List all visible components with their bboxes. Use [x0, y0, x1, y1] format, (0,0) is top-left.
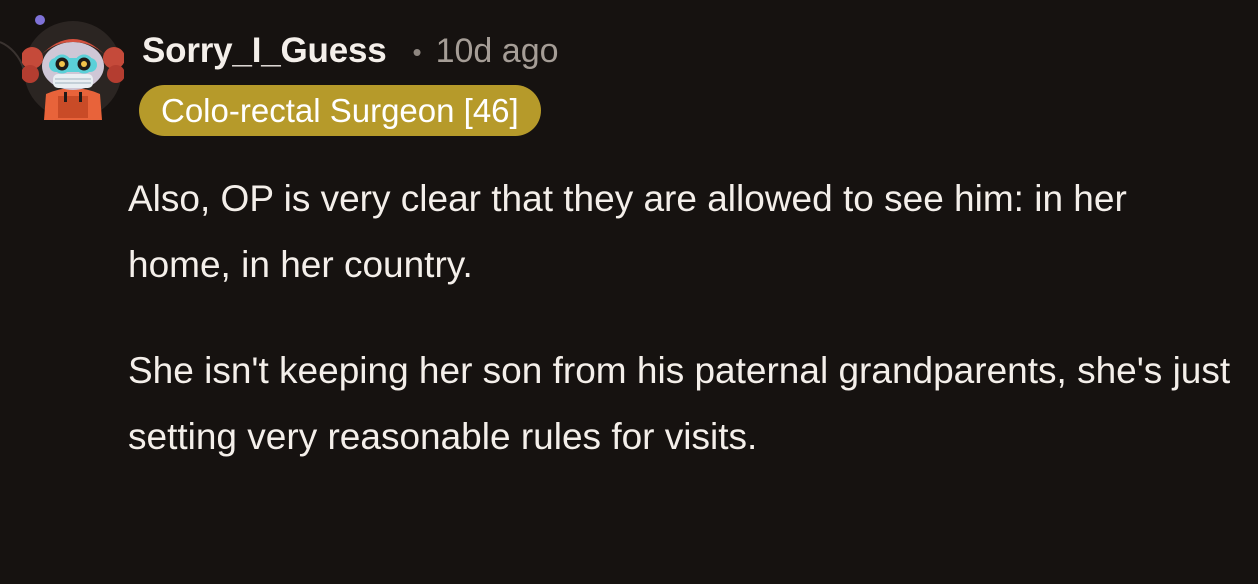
meta-separator: • — [412, 36, 422, 67]
username-link[interactable]: Sorry_I_Guess — [142, 31, 387, 71]
comment-paragraph: She isn't keeping her son from his pater… — [128, 350, 1231, 457]
comment-body: Also, OP is very clear that they are all… — [128, 166, 1238, 470]
user-flair-badge: Colo-rectal Surgeon [46] — [139, 85, 541, 136]
timestamp-link[interactable]: 10d ago — [436, 32, 559, 71]
snoo-avatar-icon[interactable] — [22, 12, 124, 120]
comment-header: Sorry_I_Guess • 10d ago — [142, 26, 559, 76]
comment-paragraph: Also, OP is very clear that they are all… — [128, 178, 1127, 285]
